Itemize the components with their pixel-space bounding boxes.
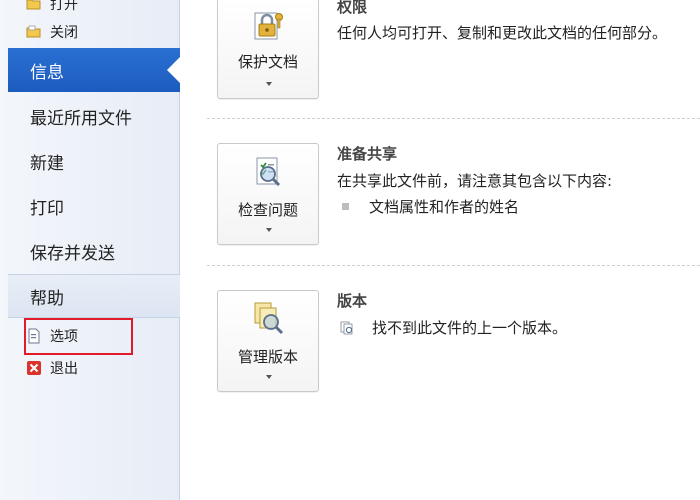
protect-document-button[interactable]: 保护文档 (217, 0, 319, 99)
open-item[interactable]: 打开 (26, 0, 78, 15)
nav-new-label: 新建 (30, 153, 64, 174)
list-item: 找不到此文件的上一个版本。 (340, 317, 567, 338)
nav-new[interactable]: 新建 (8, 139, 180, 183)
nav-help-label: 帮助 (30, 288, 64, 309)
chevron-down-icon (266, 82, 272, 86)
open-label: 打开 (50, 0, 78, 13)
close-label: 关闭 (50, 25, 78, 41)
nav-save-send[interactable]: 保存并发送 (8, 229, 180, 273)
nav-info[interactable]: 信息 (8, 48, 181, 92)
share-bullet-text: 文档属性和作者的姓名 (369, 198, 520, 216)
bullet-icon (342, 203, 349, 210)
version-history-icon (340, 321, 354, 335)
nav-save-send-label: 保存并发送 (30, 243, 115, 264)
share-description: 在共享此文件前，请注意其包含以下内容: (337, 172, 613, 190)
chevron-down-icon (266, 375, 272, 379)
lock-key-icon (251, 7, 285, 41)
manage-versions-button[interactable]: 管理版本 (217, 290, 319, 392)
check-issues-label: 检查问题 (237, 201, 298, 219)
manage-versions-label: 管理版本 (237, 348, 298, 366)
nav-print[interactable]: 打印 (8, 184, 180, 228)
section-divider (207, 118, 700, 119)
inspect-document-icon (251, 154, 285, 188)
nav-print-label: 打印 (30, 198, 64, 219)
versions-icon (251, 301, 285, 335)
options-highlight-box (24, 318, 133, 355)
protect-document-label: 保护文档 (237, 53, 298, 71)
exit-item[interactable]: 退出 (26, 357, 78, 379)
backstage-sidebar: 打开 关闭 信息 最近所用文件 新建 打印 保存并发送 帮助 选项 退出 (0, 0, 181, 500)
nav-recent[interactable]: 最近所用文件 (8, 94, 180, 138)
folder-open-icon (26, 0, 42, 12)
list-item: 文档属性和作者的姓名 (342, 196, 519, 217)
nav-help[interactable]: 帮助 (8, 274, 180, 318)
versions-title: 版本 (337, 292, 368, 310)
share-title: 准备共享 (337, 145, 398, 163)
nav-info-label: 信息 (30, 62, 64, 83)
exit-icon (26, 360, 42, 376)
nav-recent-label: 最近所用文件 (30, 108, 132, 129)
exit-label: 退出 (50, 361, 78, 377)
permissions-title: 权限 (337, 0, 368, 16)
permissions-description: 任何人均可打开、复制和更改此文档的任何部分。 (337, 24, 668, 42)
versions-description: 找不到此文件的上一个版本。 (372, 319, 568, 337)
active-indicator (167, 56, 181, 84)
section-divider (207, 265, 700, 266)
folder-close-icon (26, 24, 42, 40)
close-item[interactable]: 关闭 (26, 21, 78, 43)
chevron-down-icon (266, 228, 272, 232)
check-issues-button[interactable]: 检查问题 (217, 143, 319, 245)
